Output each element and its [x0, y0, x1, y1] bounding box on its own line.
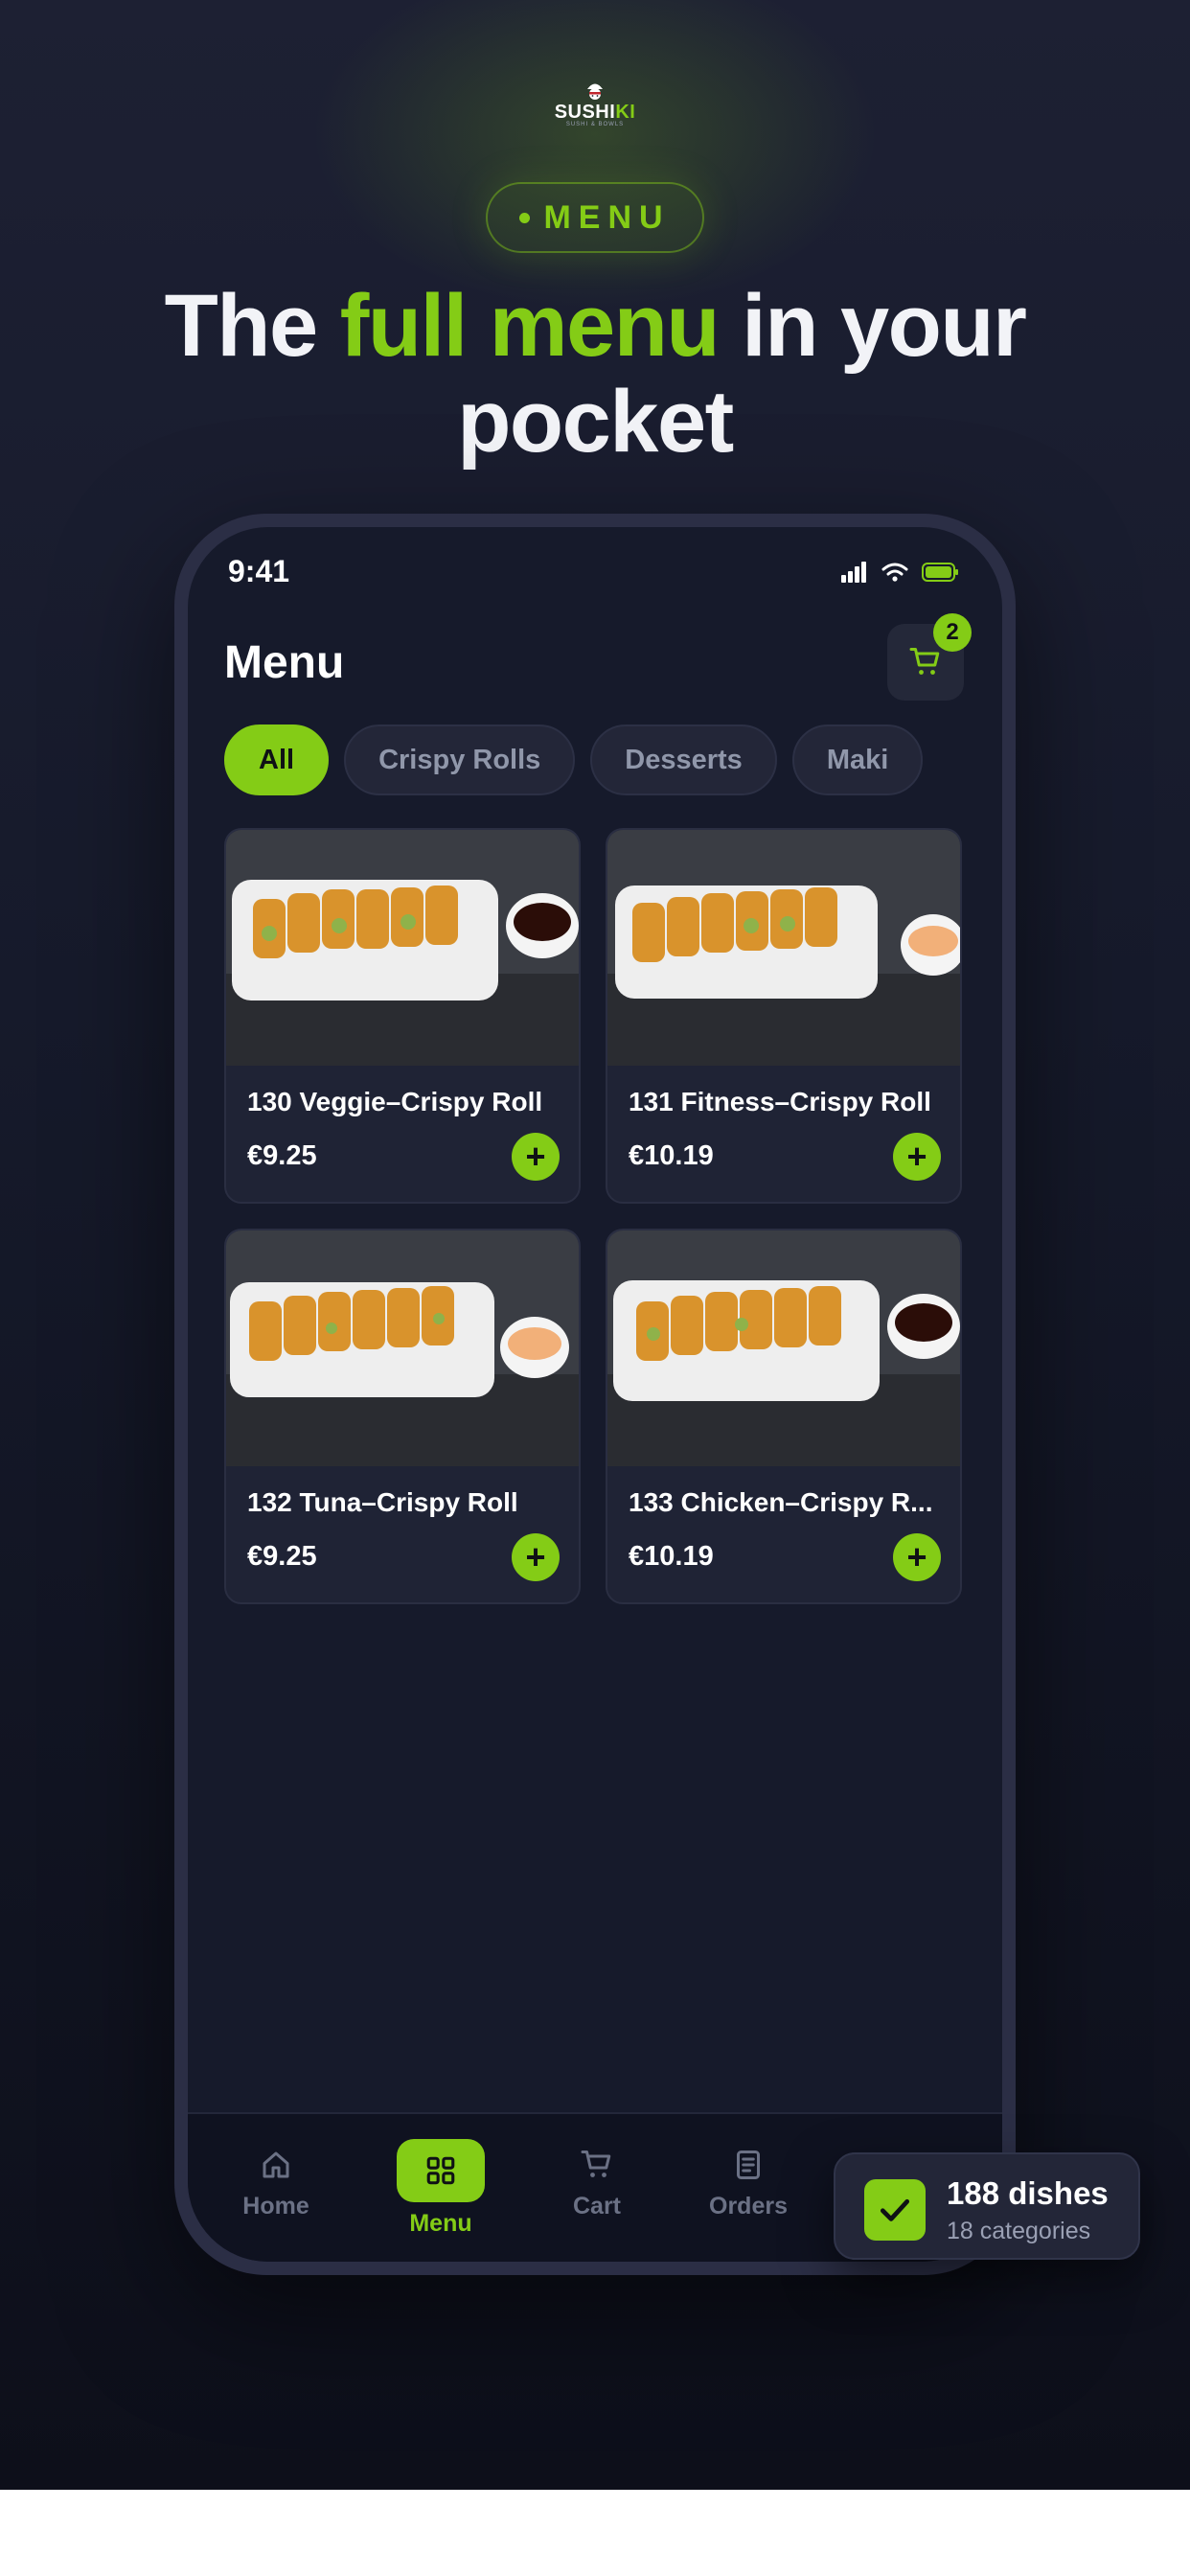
tab-cart[interactable]: Cart: [530, 2141, 664, 2220]
battery-icon: [922, 563, 958, 582]
add-to-cart-button[interactable]: +: [512, 1533, 560, 1581]
add-to-cart-button[interactable]: +: [512, 1133, 560, 1181]
brand-tagline: SUSHI & BOWLS: [565, 122, 625, 127]
add-to-cart-button[interactable]: +: [893, 1533, 941, 1581]
section-pill: MENU: [486, 182, 704, 253]
pill-dot-icon: [519, 212, 531, 223]
dish-photo: [607, 830, 960, 1066]
phone-mockup: 9:41 Menu 2 All Crispy Rolls Desserts Ma…: [174, 514, 1016, 2275]
headline-highlight: full menu: [339, 277, 721, 375]
headline: The full menu in your pocket: [164, 277, 1027, 471]
tab-cart-label: Cart: [572, 2193, 621, 2220]
phone-screen: 9:41 Menu 2 All Crispy Rolls Desserts Ma…: [188, 527, 1002, 2262]
dish-name: 133 Chicken–Crispy R...: [629, 1487, 933, 1517]
cart-icon: [581, 2150, 611, 2177]
sushi-chef-icon: [587, 83, 603, 100]
add-to-cart-button[interactable]: +: [893, 1133, 941, 1181]
tab-orders-label: Orders: [709, 2193, 788, 2220]
brand-wordmark: SUSHIKI: [554, 102, 636, 123]
promo-background: SUSHIKI SUSHI & BOWLS MENU The full menu…: [0, 0, 1190, 2490]
dish-card[interactable]: 132 Tuna–Crispy Roll €9.25 +: [224, 1229, 581, 1604]
dish-card[interactable]: 130 Veggie–Crispy Roll €9.25 +: [224, 828, 581, 1204]
dish-card[interactable]: 131 Fitness–Crispy Roll €10.19 +: [606, 828, 962, 1204]
receipt-icon: [737, 2150, 760, 2179]
dish-card[interactable]: 133 Chicken–Crispy R... €10.19 +: [606, 1229, 962, 1604]
category-chip-desserts[interactable]: Desserts: [590, 724, 777, 795]
toast-subtitle: 18 categories: [947, 2218, 1091, 2244]
dish-photo: [226, 1230, 579, 1466]
dish-price: €9.25: [247, 1140, 317, 1171]
check-icon: [864, 2179, 926, 2241]
dishes-count-toast: 188 dishes 18 categories: [834, 2152, 1140, 2260]
signal-icon: [841, 562, 866, 583]
dish-price: €10.19: [629, 1140, 714, 1171]
status-time: 9:41: [228, 554, 290, 588]
category-chip-all[interactable]: All: [224, 724, 330, 795]
tab-menu-label: Menu: [409, 2210, 472, 2237]
tab-home-label: Home: [242, 2193, 309, 2220]
wifi-icon: [881, 563, 908, 582]
status-icons: [841, 562, 960, 583]
dish-name: 132 Tuna–Crispy Roll: [247, 1487, 518, 1517]
dish-name: 130 Veggie–Crispy Roll: [247, 1087, 543, 1116]
dish-photo: [607, 1230, 960, 1466]
toast-title: 188 dishes: [947, 2175, 1109, 2211]
dish-photo: [226, 830, 579, 1066]
tab-orders[interactable]: Orders: [681, 2141, 815, 2220]
tab-home[interactable]: Home: [209, 2141, 343, 2220]
home-icon: [263, 2151, 289, 2178]
category-chip-maki[interactable]: Maki: [791, 724, 924, 795]
tab-menu[interactable]: Menu: [374, 2139, 508, 2238]
category-chips: All Crispy Rolls Desserts Maki: [224, 724, 924, 795]
cart-count-badge: 2: [933, 613, 972, 652]
brand-logo: SUSHIKI SUSHI & BOWLS: [547, 80, 643, 130]
screen-title: Menu: [224, 637, 345, 688]
dish-name: 131 Fitness–Crispy Roll: [629, 1087, 931, 1116]
dish-price: €9.25: [247, 1541, 317, 1572]
cart-icon: [909, 648, 940, 675]
dish-price: €10.19: [629, 1541, 714, 1572]
grid-icon: [426, 2156, 455, 2185]
category-chip-crispy-rolls[interactable]: Crispy Rolls: [344, 724, 576, 795]
section-pill-label: MENU: [543, 198, 671, 236]
